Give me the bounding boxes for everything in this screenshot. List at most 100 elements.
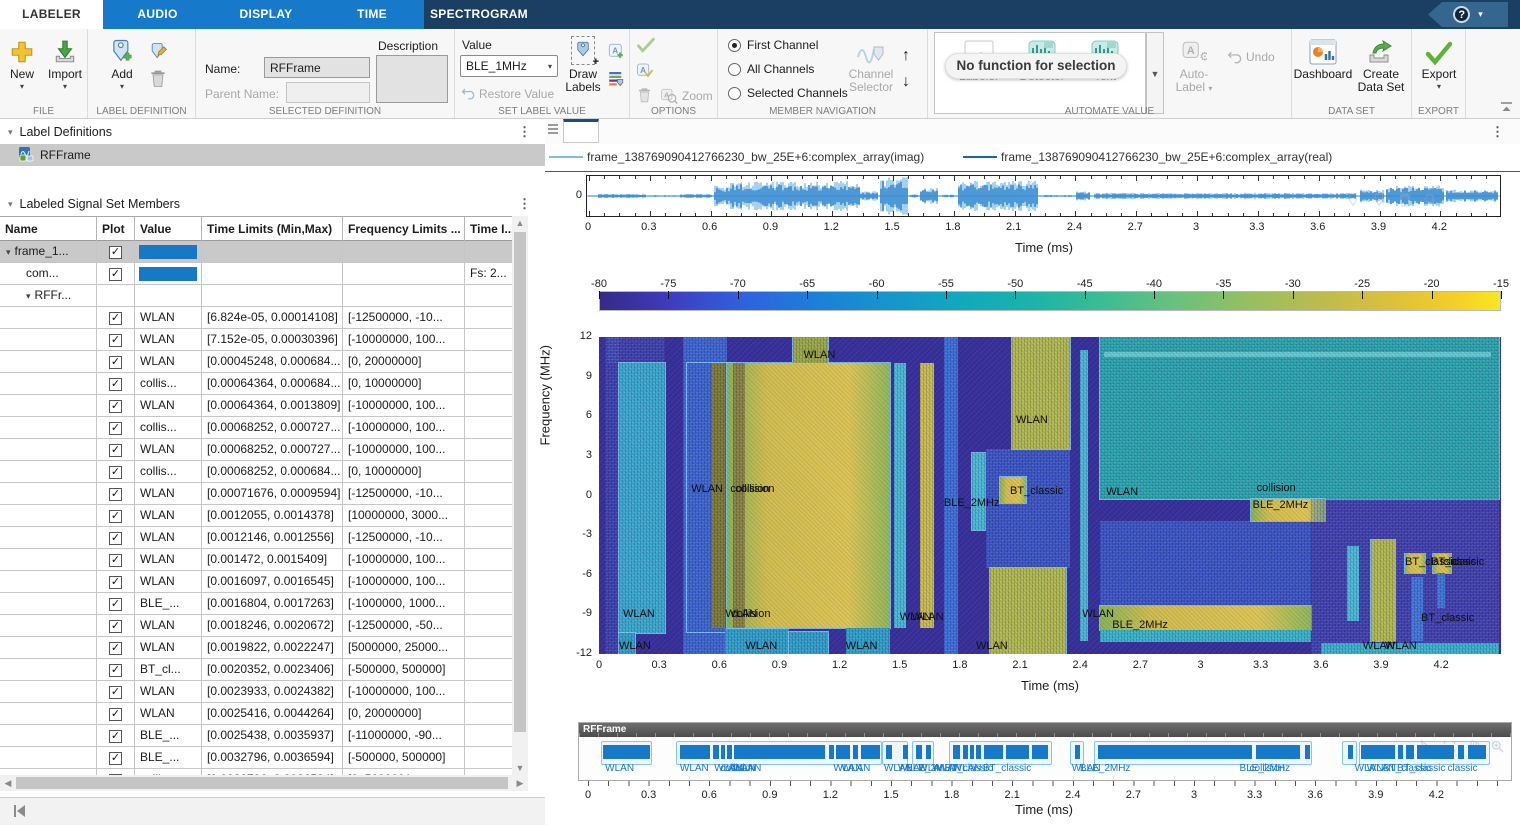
plot-checkbox[interactable]: ✓ (109, 686, 122, 699)
description-field[interactable] (376, 55, 448, 103)
plot-checkbox[interactable]: ✓ (109, 642, 122, 655)
plot-checkbox[interactable]: ✓ (109, 246, 122, 259)
add-label-definition-button[interactable]: Add ▾ (102, 32, 142, 91)
tab-audio[interactable]: AUDIO (103, 0, 212, 29)
timeline-label-segment[interactable] (1006, 745, 1029, 759)
column-header-value[interactable]: Value (135, 217, 202, 241)
label-definitions-header[interactable]: ▾ Label Definitions ⋮ (0, 120, 545, 144)
plot-checkbox[interactable]: ✓ (109, 620, 122, 633)
plot-checkbox[interactable]: ✓ (109, 444, 122, 457)
table-row[interactable]: ✓WLAN[6.824e-05, 0.00014108][-12500000, … (0, 307, 512, 329)
row-expand-icon[interactable]: ▾ (26, 291, 31, 301)
plot-checkbox[interactable]: ✓ (109, 378, 122, 391)
plot-checkbox[interactable]: ✓ (109, 752, 122, 765)
tab-labeler[interactable]: LABELER (0, 0, 103, 29)
timeline-label-segment[interactable] (976, 745, 981, 759)
tag-add-icon[interactable] (1371, 192, 1387, 208)
vertical-scrollbar[interactable]: ▲ ▼ (512, 216, 528, 775)
timeline-label-segment[interactable] (721, 745, 725, 759)
plot-checkbox[interactable]: ✓ (109, 356, 122, 369)
scroll-left-arrow[interactable]: ◀ (2, 778, 14, 789)
zoom-in-icon[interactable] (1490, 739, 1505, 754)
timeline-label-segment[interactable] (1032, 745, 1047, 759)
timeline-label-segment[interactable] (970, 745, 974, 759)
tab-time[interactable]: TIME (320, 0, 424, 29)
plot-checkbox[interactable]: ✓ (109, 334, 122, 347)
timeline-label-segment[interactable] (903, 745, 908, 759)
panel-grip-icon[interactable] (548, 124, 558, 138)
plot-checkbox[interactable]: ✓ (109, 576, 122, 589)
spectrogram-roi[interactable] (1012, 337, 1070, 449)
members-header[interactable]: ▾ Labeled Signal Set Members ⋮ (0, 192, 545, 216)
tab-spectrogram[interactable]: SPECTROGRAM (424, 0, 534, 29)
timeline-label-segment[interactable] (916, 745, 922, 759)
timeline-label-segment[interactable] (1398, 745, 1403, 759)
legend-real[interactable]: frame_138769090412766230_bw_25E+6:comple… (963, 150, 1332, 164)
column-header-plot[interactable]: Plot (97, 217, 135, 241)
plot-checkbox[interactable]: ✓ (109, 312, 122, 325)
spectrogram-roi[interactable] (727, 363, 889, 627)
timeline-label-segment[interactable] (886, 745, 892, 759)
draw-labels-button[interactable]: + Draw Labels (560, 32, 606, 94)
table-row[interactable]: ▾frame_1...✓ (0, 241, 512, 263)
plot-checkbox[interactable]: ✓ (109, 532, 122, 545)
parent-name-field[interactable] (286, 82, 370, 103)
kebab-menu-icon[interactable]: ⋮ (518, 124, 531, 140)
table-row[interactable]: ✓WLAN[0.00045248, 0.000684...[0, 2000000… (0, 351, 512, 373)
column-header-name[interactable]: Name (0, 217, 97, 241)
timeline-label-segment[interactable] (1468, 745, 1486, 759)
table-row[interactable]: ✓WLAN[0.0019822, 0.0022247][5000000, 250… (0, 637, 512, 659)
table-row[interactable]: ✓WLAN[0.0012146, 0.0012556][-12500000, -… (0, 527, 512, 549)
delete-label-button[interactable] (636, 87, 653, 104)
table-row[interactable]: ✓BLE_...[0.0032796, 0.0036594][-500000, … (0, 747, 512, 769)
table-row[interactable]: ✓WLAN[0.0023933, 0.0024382][-10000000, 1… (0, 681, 512, 703)
table-row[interactable]: ▾RFFr... (0, 285, 512, 307)
table-row[interactable]: ✓WLAN[0.0025416, 0.0044264][0, 20000000] (0, 703, 512, 725)
label-check-icon[interactable]: A (636, 61, 654, 79)
timeline-label-segment[interactable] (829, 745, 834, 759)
table-row[interactable]: ✓WLAN[0.0012055, 0.0014378][10000000, 30… (0, 505, 512, 527)
horizontal-scrollbar[interactable]: ◀ ▶ (0, 775, 528, 791)
import-button[interactable]: Import ▾ (44, 32, 86, 91)
table-row[interactable]: ✓WLAN[7.152e-05, 0.00030396][-10000000, … (0, 329, 512, 351)
export-button[interactable]: Export ▾ (1416, 32, 1462, 91)
row-expand-icon[interactable]: ▾ (6, 247, 11, 257)
tab-display[interactable]: DISPLAY (212, 0, 320, 29)
label-value-list-icon[interactable] (607, 69, 625, 87)
next-member-button[interactable]: ↓ (902, 73, 910, 91)
spectrogram-roi[interactable] (972, 453, 986, 530)
timeline-label-segment[interactable] (1348, 745, 1353, 759)
accept-check-icon[interactable] (636, 37, 656, 53)
table-row[interactable]: ✓BLE_...[0.0025438, 0.0035937][-11000000… (0, 725, 512, 747)
plot-checkbox[interactable]: ✓ (109, 708, 122, 721)
zoom-icon[interactable] (1423, 192, 1439, 208)
collapse-ribbon-button[interactable] (1500, 102, 1514, 114)
auto-label-button[interactable]: A⚙ Auto- Label ▾ (1172, 32, 1216, 95)
member-plot-tab[interactable] (563, 119, 599, 143)
timeline-label-segment[interactable] (680, 745, 710, 759)
column-header-frequency-limits[interactable]: Frequency Limits ... (343, 217, 465, 241)
timeline-label-segment[interactable] (1305, 745, 1310, 759)
table-row[interactable]: ✓WLAN[0.0018246, 0.0020672][-12500000, -… (0, 615, 512, 637)
timeline-label-segment[interactable] (984, 745, 1003, 759)
table-row[interactable]: ✓WLAN[0.00071676, 0.0009594][-12500000, … (0, 483, 512, 505)
timeline-label-segment[interactable] (1098, 745, 1252, 759)
spectrogram-roi[interactable] (619, 363, 665, 632)
plot-checkbox[interactable]: ✓ (109, 554, 122, 567)
spectrogram-roi[interactable] (1371, 540, 1395, 640)
create-data-set-button[interactable]: Create Data Set (1354, 32, 1408, 94)
timeline-label-segment[interactable] (713, 745, 719, 759)
label-definition-rfframe[interactable]: RFFrame (0, 144, 545, 166)
table-row[interactable]: ✓WLAN[0.001472, 0.0015409][-10000000, 10… (0, 549, 512, 571)
timeline-label-segment[interactable] (853, 745, 858, 759)
table-row[interactable]: ✓WLAN[0.0016097, 0.0016545][-10000000, 1… (0, 571, 512, 593)
previous-member-button[interactable]: ↑ (902, 47, 910, 65)
table-row[interactable]: ✓BLE_...[0.0016804, 0.0017263][-1000000,… (0, 593, 512, 615)
trash-icon[interactable] (1397, 192, 1413, 208)
add-label-value-button[interactable]: A (607, 42, 625, 60)
spectrogram-roi[interactable] (789, 632, 827, 654)
plot-checkbox[interactable]: ✓ (109, 268, 122, 281)
timeline-label-segment[interactable] (963, 745, 968, 759)
table-row[interactable]: com...✓Fs: 2... (0, 263, 512, 285)
radio-all-channels[interactable]: All Channels (728, 62, 814, 76)
